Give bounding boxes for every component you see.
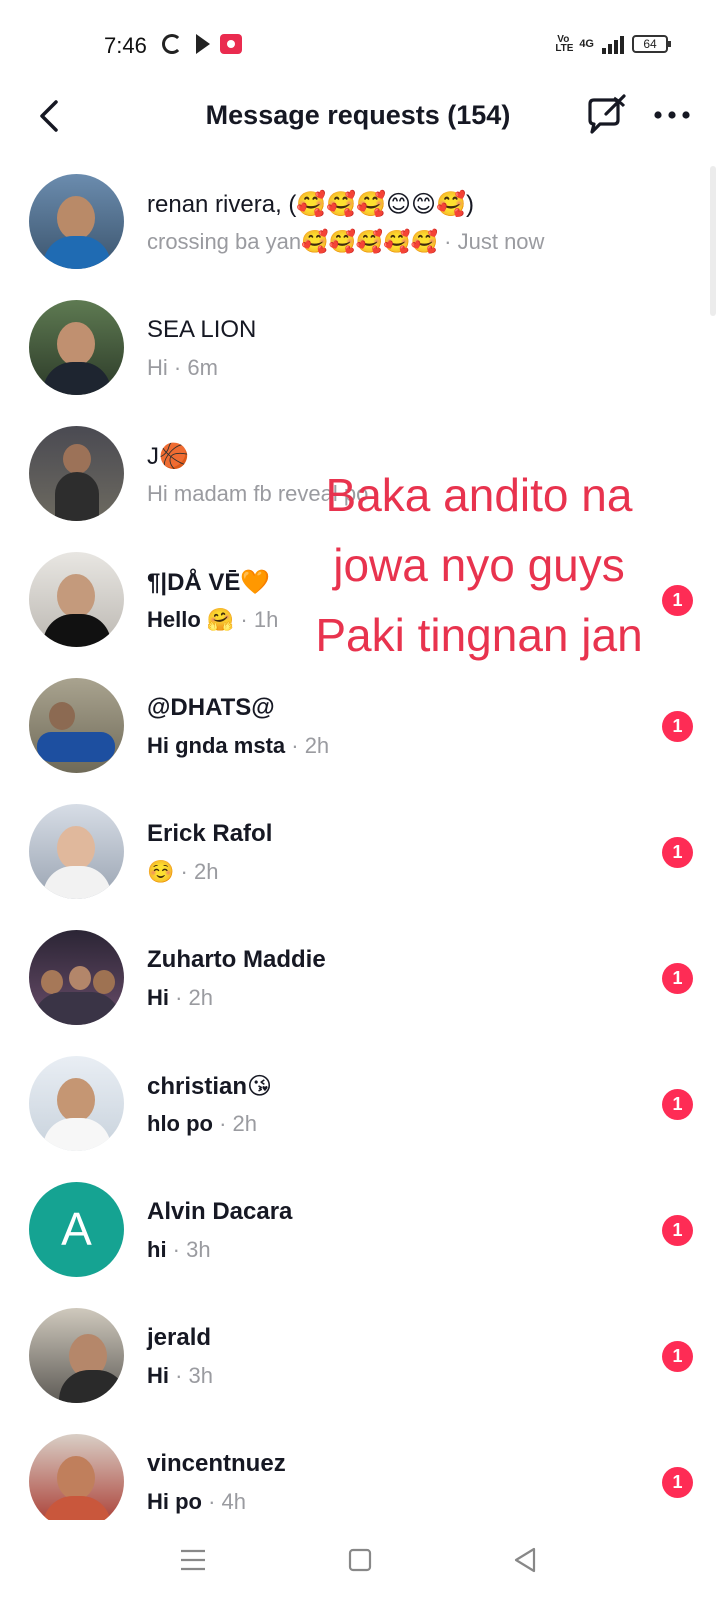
- unread-badge: 1: [662, 711, 693, 742]
- message-text: hlo po: [147, 1111, 213, 1136]
- status-bar: 7:46 Vo LTE 4G 64: [0, 0, 720, 92]
- status-system-icons: Vo LTE 4G 64: [555, 34, 671, 54]
- unread-badge: 1: [662, 585, 693, 616]
- message-request-list: renan rivera, (🥰🥰🥰😊😊🥰) crossing ba yan🥰🥰…: [0, 160, 720, 1546]
- list-item[interactable]: SEA LION Hi · 6m: [0, 286, 720, 412]
- list-item[interactable]: christian😘 hlo po · 2h 1: [0, 1042, 720, 1168]
- message-text: hi: [147, 1237, 167, 1262]
- sender-name: jerald: [147, 1324, 212, 1351]
- list-item[interactable]: @DHATS@ Hi gnda msta · 2h 1: [0, 664, 720, 790]
- message-time: · 2h: [212, 1111, 258, 1136]
- sender-name: christian😘: [147, 1073, 273, 1100]
- sender-name: renan rivera, (🥰🥰🥰😊😊🥰): [147, 191, 474, 218]
- play-icon: [196, 34, 210, 54]
- sender-name: ¶|DÅ VĒ🧡: [147, 569, 271, 596]
- sender-name: vincentnuez: [147, 1450, 286, 1477]
- message-text: Hi: [147, 355, 168, 380]
- message-time: · Just now: [438, 229, 545, 254]
- sender-name: J🏀: [147, 443, 189, 470]
- message-preview: Hi po · 4h: [147, 1489, 246, 1515]
- message-time: · 2h: [169, 985, 214, 1010]
- avatar: [29, 426, 124, 521]
- message-text: Hi: [147, 985, 169, 1010]
- avatar: [29, 678, 124, 773]
- menu-icon: [181, 1549, 205, 1571]
- list-item[interactable]: A Alvin Dacara hi · 3h 1: [0, 1168, 720, 1294]
- message-preview: Hi · 2h: [147, 985, 213, 1011]
- message-text: Hi po: [147, 1489, 202, 1514]
- battery-icon: 64: [632, 35, 671, 53]
- message-time: · 1h: [234, 607, 279, 632]
- triangle-back-icon: [514, 1547, 536, 1573]
- sender-name: Zuharto Maddie: [147, 946, 326, 973]
- top-header: Message requests (154): [0, 86, 720, 146]
- avatar: [29, 552, 124, 647]
- square-icon: [348, 1548, 372, 1572]
- message-time: · 2h: [285, 733, 330, 758]
- message-text: crossing ba yan🥰🥰🥰🥰🥰: [147, 229, 439, 254]
- unread-badge: 1: [662, 1089, 693, 1120]
- system-navigation-bar: [0, 1520, 720, 1600]
- list-item[interactable]: Zuharto Maddie Hi · 2h 1: [0, 916, 720, 1042]
- sender-name: Alvin Dacara: [147, 1198, 293, 1225]
- message-preview: hlo po · 2h: [147, 1111, 257, 1137]
- network-type: 4G: [579, 38, 594, 50]
- sender-name: SEA LION: [147, 316, 257, 343]
- message-settings-icon: [588, 94, 626, 134]
- message-time: · 6m: [167, 355, 218, 380]
- message-preview: Hi · 6m: [147, 355, 218, 381]
- status-notification-icons: [162, 34, 242, 54]
- message-text: ☺️: [147, 859, 175, 884]
- status-time: 7:46: [104, 33, 147, 58]
- volte-icon: Vo LTE: [555, 34, 574, 54]
- avatar: [29, 300, 124, 395]
- scrollbar[interactable]: [710, 166, 716, 316]
- chat-settings-button[interactable]: [584, 92, 630, 138]
- message-time: · 3h: [169, 1363, 214, 1388]
- unread-badge: 1: [662, 1341, 693, 1372]
- sender-name: @DHATS@: [147, 694, 275, 721]
- message-time: · 3h: [166, 1237, 211, 1262]
- avatar: [29, 804, 124, 899]
- sender-name: Erick Rafol: [147, 820, 273, 847]
- message-preview: hi · 3h: [147, 1237, 211, 1263]
- overlay-caption: Baka andito na jowa nyo guys Paki tingna…: [294, 460, 664, 670]
- message-preview: Hi gnda msta · 2h: [147, 733, 329, 759]
- message-time: · 2h: [174, 859, 219, 884]
- menu-nav-button[interactable]: [175, 1542, 211, 1578]
- overlay-line: jowa nyo guys: [333, 539, 625, 591]
- signal-icon: [602, 34, 624, 54]
- unread-badge: 1: [662, 1215, 693, 1246]
- message-text: Hello 🤗: [147, 607, 235, 632]
- avatar: [29, 174, 124, 269]
- message-text: Hi gnda msta: [147, 733, 286, 758]
- sync-icon: [162, 34, 182, 54]
- message-preview: Hi · 3h: [147, 1363, 213, 1389]
- unread-badge: 1: [662, 837, 693, 868]
- message-preview: Hello 🤗 · 1h: [147, 607, 278, 633]
- avatar: [29, 1308, 124, 1403]
- list-item[interactable]: renan rivera, (🥰🥰🥰😊😊🥰) crossing ba yan🥰🥰…: [0, 160, 720, 286]
- message-time: · 4h: [202, 1489, 247, 1514]
- back-nav-button[interactable]: [508, 1542, 544, 1578]
- message-text: Hi: [147, 1363, 169, 1388]
- overlay-line: Paki tingnan jan: [315, 609, 643, 661]
- avatar: A: [29, 1182, 124, 1277]
- message-preview: ☺️ · 2h: [147, 859, 218, 885]
- avatar: [29, 1434, 124, 1529]
- home-nav-button[interactable]: [342, 1542, 378, 1578]
- avatar: [29, 930, 124, 1025]
- unread-badge: 1: [662, 963, 693, 994]
- list-item[interactable]: Erick Rafol ☺️ · 2h 1: [0, 790, 720, 916]
- more-options-button[interactable]: [652, 100, 692, 130]
- screen-record-icon: [220, 34, 242, 54]
- message-preview: crossing ba yan🥰🥰🥰🥰🥰 · Just now: [147, 229, 544, 255]
- list-item[interactable]: jerald Hi · 3h 1: [0, 1294, 720, 1420]
- more-horizontal-icon: [654, 111, 690, 119]
- avatar: [29, 1056, 124, 1151]
- unread-badge: 1: [662, 1467, 693, 1498]
- overlay-line: Baka andito na: [325, 469, 633, 521]
